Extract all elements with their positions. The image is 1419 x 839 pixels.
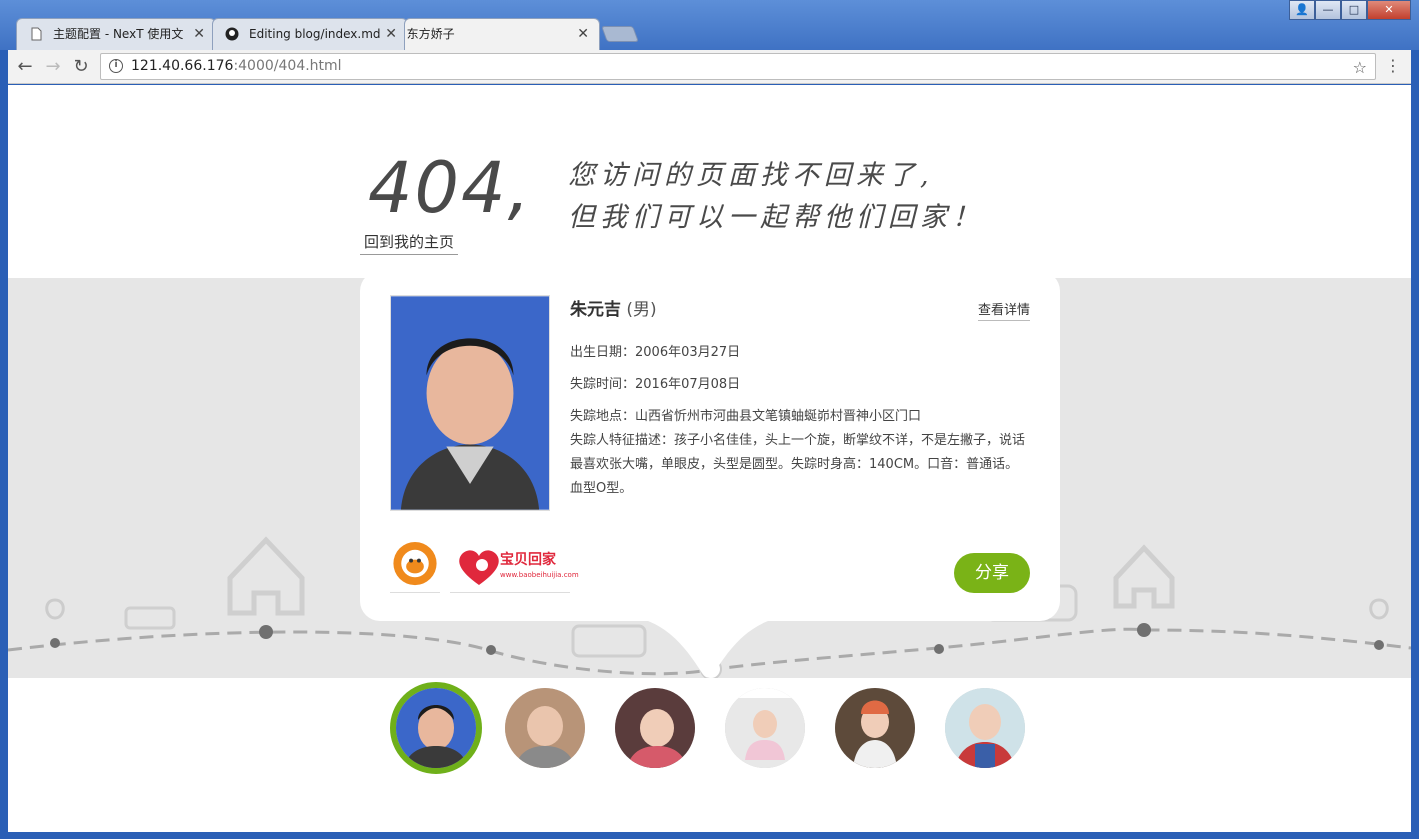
route-dot xyxy=(259,625,273,639)
thumbnail-item-1[interactable] xyxy=(390,682,482,774)
message-line-2: 但我们可以一起帮他们回家！ xyxy=(568,202,984,233)
share-button[interactable]: 分享 xyxy=(954,553,1030,593)
minimize-button[interactable]: — xyxy=(1315,0,1341,20)
child-gender: (男) xyxy=(626,300,657,320)
thumbnail-item-6[interactable] xyxy=(945,688,1025,768)
window-controls: 👤 — □ ✕ xyxy=(1289,0,1411,20)
user-icon[interactable]: 👤 xyxy=(1289,0,1315,20)
info-icon[interactable]: i xyxy=(109,59,123,73)
child-photo xyxy=(390,295,550,511)
thumbnail-item-3[interactable] xyxy=(615,688,695,768)
tab-title: Editing blog/index.md xyxy=(249,27,381,41)
thumbnail-item-5[interactable] xyxy=(835,688,915,768)
close-tab-icon[interactable]: ✕ xyxy=(193,19,205,50)
house-icon xyxy=(227,536,305,616)
error-message: 您访问的页面找不回来了, 但我们可以一起帮他们回家！ xyxy=(568,155,984,239)
logo-text: 宝贝回家 xyxy=(500,552,556,568)
menu-icon[interactable]: ⋮ xyxy=(1385,56,1401,75)
address-bar[interactable]: i 121.40.66.176:4000/404.html ☆ xyxy=(100,53,1376,80)
heart-icon xyxy=(459,550,499,585)
tab-title: 主题配置 - NexT 使用文 xyxy=(53,27,184,41)
route-dot xyxy=(1374,640,1384,650)
bookmark-star-icon[interactable]: ☆ xyxy=(1353,55,1367,80)
baobeihuijia-logo[interactable]: 宝贝回家 www.baobeihuijia.com xyxy=(450,539,579,593)
document-icon xyxy=(31,27,42,41)
github-icon xyxy=(225,27,239,41)
error-code: 404, xyxy=(368,147,532,229)
reload-icon[interactable]: ↻ xyxy=(70,56,92,78)
tab-theme-config[interactable]: 主题配置 - NexT 使用文 ✕ xyxy=(16,18,216,50)
birth-date: 出生日期：2006年03月27日 xyxy=(570,345,741,360)
route-dot xyxy=(486,645,496,655)
card-pointer xyxy=(648,621,768,678)
close-tab-icon[interactable]: ✕ xyxy=(577,19,589,50)
route-dot xyxy=(1137,623,1151,637)
browser-toolbar: ← → ↻ i 121.40.66.176:4000/404.html ☆ ⋮ xyxy=(8,50,1411,84)
child-thumbnail xyxy=(835,688,915,768)
new-tab-button[interactable] xyxy=(601,26,639,42)
child-description: 失踪人特征描述：孩子小名佳佳，头上一个旋，断掌纹不详，不是左撇子，说话最喜欢张大… xyxy=(570,433,1026,496)
child-thumbnail xyxy=(505,688,585,768)
bus-icon xyxy=(124,606,176,630)
route-dot xyxy=(934,644,944,654)
child-name: 朱元吉 xyxy=(570,300,621,320)
page-viewport: 404, 您访问的页面找不回来了, 但我们可以一起帮他们回家！ 回到我的主页 朱… xyxy=(8,85,1411,832)
logo-url: www.baobeihuijia.com xyxy=(500,571,579,579)
url-path: :4000/404.html xyxy=(233,58,342,74)
location-pin-icon xyxy=(1369,598,1389,620)
child-thumbnail xyxy=(945,688,1025,768)
child-thumbnail xyxy=(396,688,476,768)
maximize-button[interactable]: □ xyxy=(1341,0,1367,20)
home-link[interactable]: 回到我的主页 xyxy=(360,231,459,255)
tencent-volunteer-logo[interactable] xyxy=(390,539,440,593)
location-pin-icon xyxy=(45,598,65,620)
child-thumbnail xyxy=(615,688,695,768)
url-host: 121.40.66.176 xyxy=(131,58,234,74)
message-line-1: 您访问的页面找不回来了, xyxy=(568,160,934,191)
back-icon[interactable]: ← xyxy=(14,56,36,78)
bus-icon xyxy=(571,624,647,658)
browser-titlebar: 主题配置 - NexT 使用文 ✕ Editing blog/index.md … xyxy=(0,0,1419,50)
thumbnail-carousel xyxy=(390,682,1030,774)
thumbnail-item-4[interactable] xyxy=(725,688,805,768)
missing-time: 失踪时间：2016年07月08日 xyxy=(570,377,741,392)
tab-title: 娇 | 东方娇子 xyxy=(405,27,455,41)
close-window-button[interactable]: ✕ xyxy=(1367,0,1411,20)
close-tab-icon[interactable]: ✕ xyxy=(385,19,397,50)
child-thumbnail xyxy=(725,688,805,768)
house-icon xyxy=(1113,544,1175,609)
route-dot xyxy=(50,638,60,648)
view-details-link[interactable]: 查看详情 xyxy=(977,299,1030,321)
missing-place: 失踪地点：山西省忻州市河曲县文笔镇蚰蜒峁村晋神小区门口 xyxy=(570,409,922,424)
child-name-row: 朱元吉 (男) xyxy=(570,295,657,320)
forward-icon[interactable]: → xyxy=(42,56,64,78)
tab-github-editing[interactable]: Editing blog/index.md ✕ xyxy=(212,18,408,50)
thumbnail-item-2[interactable] xyxy=(505,688,585,768)
missing-child-card: 朱元吉 (男) 查看详情 出生日期：2006年03月27日 失踪时间：2016年… xyxy=(360,271,1060,621)
tab-current[interactable]: 娇 | 东方娇子 ✕ xyxy=(404,18,600,50)
